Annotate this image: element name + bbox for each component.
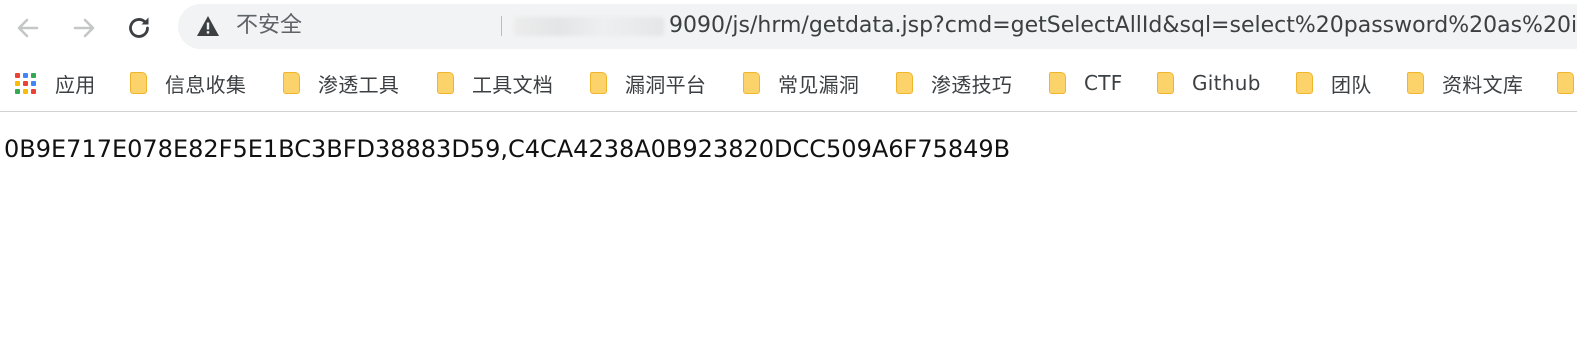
bookmark-label: 工具文档 [472,72,554,97]
folder-icon [283,72,300,94]
page-body-text: 0B9E717E078E82F5E1BC3BFD38883D59,C4CA423… [4,135,1011,163]
warning-icon [197,16,219,36]
back-button[interactable] [6,6,50,50]
bookmark-label: 渗透工具 [318,72,400,97]
bookmark-folder-team[interactable]: 团队 [1296,65,1372,101]
folder-icon [896,72,913,94]
forward-button[interactable] [62,6,106,50]
apps-grid-icon [15,72,36,94]
folder-icon [130,72,147,94]
bookmark-folder-github[interactable]: Github [1157,65,1261,101]
apps-grid-dot [31,88,36,94]
bookmark-folder-library[interactable]: 资料文库 [1407,65,1523,101]
bookmark-folder-vuln-platform[interactable]: 漏洞平台 [590,65,706,101]
bookmark-label: 团队 [1331,72,1372,97]
browser-toolbar: 不安全 9090/js/hrm/getdata.jsp?cmd=getSelec… [0,0,1577,55]
folder-icon [1296,72,1313,94]
folder-icon [743,72,760,94]
apps-grid-dot [15,80,20,86]
bookmark-folder-common-vulns[interactable]: 常见漏洞 [743,65,859,101]
apps-grid-dot [15,88,20,94]
bookmarks-bar: 应用 信息收集 渗透工具 工具文档 漏洞平台 常见漏洞 渗透技巧 CTF Git… [0,55,1577,112]
folder-icon [590,72,607,94]
folder-icon [1407,72,1424,94]
bookmark-folder-pentest-tips[interactable]: 渗透技巧 [896,65,1012,101]
address-bar[interactable]: 不安全 9090/js/hrm/getdata.jsp?cmd=getSelec… [178,4,1577,49]
bookmark-label: 渗透技巧 [931,72,1013,97]
apps-grid-dot [31,72,36,78]
apps-grid-dot [15,72,20,78]
bookmark-label: Github [1192,71,1261,95]
apps-grid-dot [31,80,36,86]
bookmark-folder-ctf[interactable]: CTF [1049,65,1123,101]
bookmark-folder-info-gathering[interactable]: 信息收集 [130,65,246,101]
reload-icon [129,17,149,38]
bookmark-label: CTF [1084,71,1123,95]
omnibox-divider [501,16,502,36]
bookmark-label: 漏洞平台 [625,72,707,97]
bookmark-label: 常见漏洞 [778,72,860,97]
apps-grid-dot [23,88,28,94]
apps-grid-dot [23,80,28,86]
bookmark-folder-tool-docs[interactable]: 工具文档 [437,65,553,101]
folder-icon [437,72,454,94]
arrow-right-icon [73,18,95,38]
bookmark-apps[interactable]: 应用 [15,65,96,101]
bookmark-label: 资料文库 [1442,72,1524,97]
folder-icon [1557,72,1574,94]
security-status-label[interactable]: 不安全 [236,12,302,40]
bookmark-folder-pentest-tools[interactable]: 渗透工具 [283,65,399,101]
reload-button[interactable] [117,6,161,50]
redacted-host [514,17,664,36]
bookmark-apps-label: 应用 [55,72,96,97]
bookmark-label: 信息收集 [165,72,247,97]
apps-grid-dot [23,72,28,78]
url-text[interactable]: 9090/js/hrm/getdata.jsp?cmd=getSelectAll… [669,12,1577,40]
folder-icon [1049,72,1066,94]
bookmark-folder-overflow[interactable] [1557,65,1574,101]
folder-icon [1157,72,1174,94]
arrow-left-icon [17,18,39,38]
